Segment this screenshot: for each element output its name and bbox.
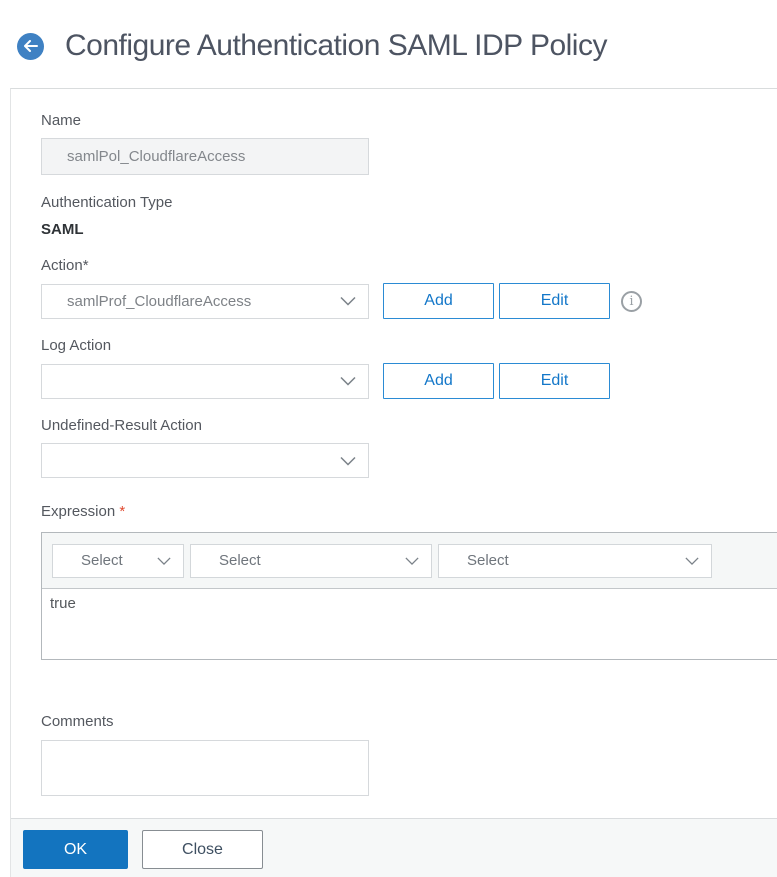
chevron-down-icon <box>685 556 699 565</box>
undefined-result-action-select[interactable] <box>41 443 369 478</box>
undefined-result-action-label: Undefined-Result Action <box>41 417 202 434</box>
name-input <box>41 138 369 175</box>
close-button[interactable]: Close <box>142 830 263 869</box>
back-button[interactable] <box>17 32 44 60</box>
log-action-label: Log Action <box>41 337 112 354</box>
comments-textarea[interactable] <box>41 740 369 796</box>
expression-select-2[interactable]: Select <box>190 543 432 578</box>
form-panel: Name Authentication Type SAML Action* sa… <box>10 88 777 877</box>
info-circle-icon[interactable]: i <box>621 290 642 312</box>
expression-label: Expression * <box>41 502 777 521</box>
expression-select-3[interactable]: Select <box>438 543 712 578</box>
chevron-down-icon <box>340 456 356 465</box>
expression-select-1-value: Select <box>81 552 123 569</box>
auth-type-label: Authentication Type <box>41 194 173 211</box>
action-label: Action* <box>41 257 89 274</box>
expression-select-3-value: Select <box>467 552 509 569</box>
name-label: Name <box>41 112 82 129</box>
log-action-add-button[interactable]: Add <box>383 363 494 399</box>
chevron-down-icon <box>340 376 356 386</box>
expression-select-1[interactable]: Select <box>52 543 184 578</box>
expression-textarea[interactable]: true <box>42 589 777 659</box>
expression-select-2-value: Select <box>219 552 261 569</box>
ok-button[interactable]: OK <box>23 830 128 869</box>
comments-label: Comments <box>41 713 114 730</box>
page-title: Configure Authentication SAML IDP Policy <box>65 29 607 62</box>
form-footer: OK Close <box>11 818 777 877</box>
log-action-edit-button[interactable]: Edit <box>499 363 610 399</box>
action-edit-button[interactable]: Edit <box>499 283 610 319</box>
action-select-value: samlProf_CloudflareAccess <box>67 292 252 310</box>
chevron-down-icon <box>157 556 171 565</box>
expression-editor: Select Select Select true <box>41 532 777 660</box>
log-action-select[interactable] <box>41 363 369 399</box>
chevron-down-icon <box>405 556 419 565</box>
action-add-button[interactable]: Add <box>383 283 494 319</box>
required-asterisk: * <box>119 503 126 520</box>
expression-label-text: Expression <box>41 503 116 520</box>
expression-toolbar: Select Select Select <box>42 533 777 589</box>
page-header: Configure Authentication SAML IDP Policy <box>0 0 777 88</box>
auth-type-value: SAML <box>41 221 84 238</box>
arrow-left-icon <box>23 40 38 52</box>
action-select[interactable]: samlProf_CloudflareAccess <box>41 283 369 319</box>
chevron-down-icon <box>340 296 356 306</box>
